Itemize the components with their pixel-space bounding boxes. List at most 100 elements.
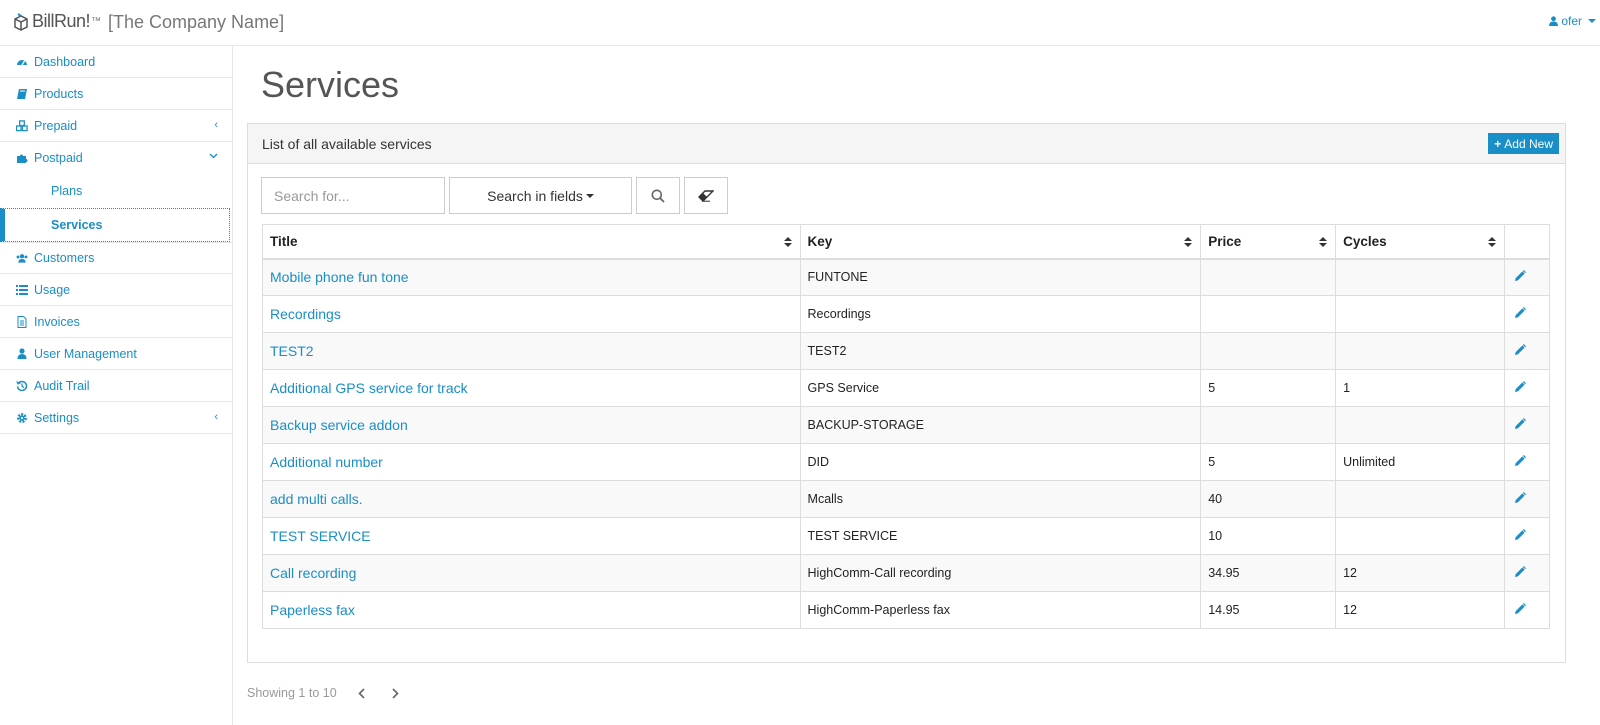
main-content: Services List of all available services …	[234, 46, 1600, 725]
edit-pencil-icon[interactable]	[1514, 491, 1526, 507]
table-body: Mobile phone fun tone FUNTONE Recordings Re…	[262, 258, 1550, 629]
cell-actions	[1504, 369, 1550, 407]
sidebar-item-prepaid[interactable]: Prepaid ‹	[0, 110, 232, 142]
table-row: add multi calls. Mcalls 40	[262, 480, 1550, 518]
sidebar-item-label: Dashboard	[34, 54, 96, 69]
cell-actions	[1504, 332, 1550, 370]
sidebar-item-label: Customers	[34, 251, 95, 265]
cell-price: 14.95	[1200, 591, 1337, 629]
edit-pencil-icon[interactable]	[1514, 306, 1526, 322]
add-new-label: Add New	[1504, 136, 1553, 151]
cell-key: TEST SERVICE	[799, 517, 1202, 555]
logo-trademark: ™	[91, 16, 102, 27]
search-button[interactable]	[636, 177, 680, 214]
edit-pencil-icon[interactable]	[1514, 565, 1526, 581]
cell-cycles: 1	[1335, 369, 1505, 407]
sidebar-item-audit-trail[interactable]: Audit Trail	[0, 370, 232, 402]
column-header-actions	[1504, 224, 1550, 260]
prev-page-button[interactable]	[349, 687, 375, 699]
cell-cycles: 12	[1335, 591, 1505, 629]
service-title-link[interactable]: Additional GPS service for track	[270, 380, 468, 396]
cell-title: Backup service addon	[262, 406, 801, 444]
cell-key: TEST2	[799, 332, 1202, 370]
book-icon	[16, 88, 28, 100]
service-title-link[interactable]: TEST SERVICE	[270, 528, 371, 544]
service-title-link[interactable]: Recordings	[270, 306, 341, 322]
cell-title: add multi calls.	[262, 480, 801, 518]
user-menu[interactable]: ofer	[1549, 14, 1596, 28]
sidebar-item-invoices[interactable]: Invoices	[0, 306, 232, 338]
column-header-price[interactable]: Price	[1200, 224, 1337, 260]
chevron-right-icon	[392, 687, 399, 699]
cell-title: Recordings	[262, 295, 801, 333]
service-title-link[interactable]: Backup service addon	[270, 417, 408, 433]
edit-pencil-icon[interactable]	[1514, 417, 1526, 433]
sidebar-item-postpaid[interactable]: Postpaid	[0, 142, 232, 174]
chevron-down-icon	[209, 150, 218, 162]
logo-box-icon	[12, 12, 30, 31]
search-input[interactable]	[261, 177, 445, 214]
cell-title: Call recording	[262, 554, 801, 592]
sort-icon	[783, 237, 792, 247]
service-title-link[interactable]: Mobile phone fun tone	[270, 269, 409, 285]
edit-pencil-icon[interactable]	[1514, 269, 1526, 285]
cell-price	[1200, 258, 1337, 296]
cell-title: Additional number	[262, 443, 801, 481]
search-in-fields-dropdown[interactable]: Search in fields	[449, 177, 632, 214]
table-row: Paperless fax HighComm-Paperless fax 14.95…	[262, 591, 1550, 629]
history-icon	[16, 380, 28, 392]
service-title-link[interactable]: TEST2	[270, 343, 314, 359]
services-panel: List of all available services + Add New…	[247, 123, 1566, 663]
panel-header: List of all available services + Add New	[248, 124, 1565, 164]
cell-cycles	[1335, 517, 1505, 555]
cell-price	[1200, 332, 1337, 370]
search-bar: Search in fields	[261, 177, 728, 214]
add-new-button[interactable]: + Add New	[1488, 133, 1559, 154]
table-row: TEST2 TEST2	[262, 332, 1550, 370]
edit-pencil-icon[interactable]	[1514, 602, 1526, 618]
cell-key: DID	[799, 443, 1202, 481]
cell-actions	[1504, 517, 1550, 555]
column-header-cycles[interactable]: Cycles	[1335, 224, 1505, 260]
sidebar-item-user-management[interactable]: User Management	[0, 338, 232, 370]
sidebar-item-usage[interactable]: Usage	[0, 274, 232, 306]
puzzle-icon	[16, 152, 28, 164]
edit-pencil-icon[interactable]	[1514, 343, 1526, 359]
user-icon	[1549, 16, 1559, 26]
cell-title: Additional GPS service for track	[262, 369, 801, 407]
sidebar-subitem-services[interactable]: Services	[0, 208, 230, 242]
cell-price	[1200, 295, 1337, 333]
clear-search-button[interactable]	[684, 177, 728, 214]
sidebar-item-customers[interactable]: Customers	[0, 242, 232, 274]
cell-key: Mcalls	[799, 480, 1202, 518]
chevron-left-icon: ‹	[214, 411, 218, 423]
sidebar-item-label: Settings	[34, 410, 80, 425]
cell-key: BACKUP-STORAGE	[799, 406, 1202, 444]
edit-pencil-icon[interactable]	[1514, 380, 1526, 396]
sidebar: Dashboard Products Prepaid ‹ Postpaid Pl…	[0, 46, 233, 725]
sidebar-item-dashboard[interactable]: Dashboard	[0, 46, 232, 78]
column-header-title[interactable]: Title	[262, 224, 801, 260]
next-page-button[interactable]	[383, 687, 409, 699]
service-title-link[interactable]: Paperless fax	[270, 602, 355, 618]
sort-icon	[1319, 237, 1328, 247]
eraser-icon	[698, 189, 714, 202]
table-row: Additional GPS service for track GPS Serv…	[262, 369, 1550, 407]
column-header-key[interactable]: Key	[799, 224, 1202, 260]
sidebar-item-products[interactable]: Products	[0, 78, 232, 110]
service-title-link[interactable]: Call recording	[270, 565, 356, 581]
service-title-link[interactable]: Additional number	[270, 454, 383, 470]
sort-icon	[1184, 237, 1193, 247]
page-title: Services	[261, 64, 400, 105]
logo[interactable]: BillRun! ™	[12, 11, 101, 32]
cell-actions	[1504, 591, 1550, 629]
service-title-link[interactable]: add multi calls.	[270, 491, 363, 507]
edit-pencil-icon[interactable]	[1514, 528, 1526, 544]
cell-actions	[1504, 258, 1550, 296]
caret-down-icon	[585, 193, 594, 198]
users-icon	[16, 252, 28, 264]
sidebar-subitem-plans[interactable]: Plans	[0, 174, 232, 208]
edit-pencil-icon[interactable]	[1514, 454, 1526, 470]
logo-text: BillRun!	[32, 11, 91, 31]
sidebar-item-settings[interactable]: Settings ‹	[0, 402, 232, 434]
